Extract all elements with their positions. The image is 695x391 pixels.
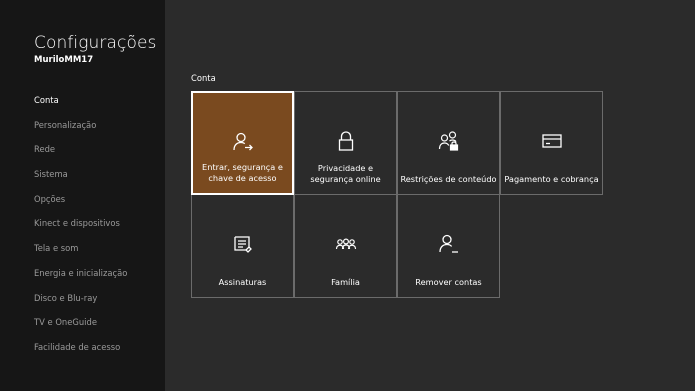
tile-sign-in-security[interactable]: Entrar, segurança e chave de acesso (191, 91, 294, 195)
settings-grid: Entrar, segurança e chave de acesso Priv… (191, 91, 603, 298)
section-title: Conta (191, 73, 216, 83)
sidebar-item-kinect[interactable]: Kinect e dispositivos (34, 216, 127, 241)
tile-privacy[interactable]: Privacidade e segurança online (294, 91, 397, 195)
sidebar-item-tv-oneguide[interactable]: TV e OneGuide (34, 315, 127, 340)
tile-subscriptions[interactable]: Assinaturas (191, 194, 294, 298)
page-title: Configurações (34, 33, 157, 53)
tile-remove-accounts[interactable]: Remover contas (397, 194, 500, 298)
credit-card-icon (541, 130, 563, 152)
lock-icon (335, 130, 357, 152)
tile-label: Privacidade e segurança online (310, 162, 381, 185)
tile-payment-billing[interactable]: Pagamento e cobrança (500, 91, 603, 195)
family-icon (335, 233, 357, 255)
subscription-list-icon (232, 233, 254, 255)
sidebar-item-tela-som[interactable]: Tela e som (34, 241, 127, 266)
tile-label: Entrar, segurança e chave de acesso (202, 161, 283, 184)
username: MuriloMM17 (34, 55, 94, 65)
sidebar-item-opcoes[interactable]: Opções (34, 192, 127, 217)
tile-label: Assinaturas (218, 277, 267, 287)
tile-family[interactable]: Família (294, 194, 397, 298)
tile-label: Restrições de conteúdo (400, 174, 497, 184)
sidebar-item-personalizacao[interactable]: Personalização (34, 118, 127, 143)
sidebar-nav: Conta Personalização Rede Sistema Opções… (34, 93, 127, 365)
sidebar-item-disco[interactable]: Disco e Blu-ray (34, 291, 127, 316)
tile-label: Família (331, 277, 360, 287)
person-remove-icon (438, 233, 460, 255)
tile-label: Remover contas (415, 277, 482, 287)
tile-label: Pagamento e cobrança (504, 174, 599, 184)
people-lock-icon (438, 130, 460, 152)
person-arrow-icon (232, 131, 254, 153)
sidebar-item-rede[interactable]: Rede (34, 142, 127, 167)
sidebar-item-facilidade[interactable]: Facilidade de acesso (34, 340, 127, 365)
sidebar-item-conta[interactable]: Conta (34, 93, 127, 118)
tile-content-restrictions[interactable]: Restrições de conteúdo (397, 91, 500, 195)
sidebar-item-energia[interactable]: Energia e inicialização (34, 266, 127, 291)
sidebar-item-sistema[interactable]: Sistema (34, 167, 127, 192)
sidebar: Configurações MuriloMM17 Conta Personali… (0, 0, 165, 391)
